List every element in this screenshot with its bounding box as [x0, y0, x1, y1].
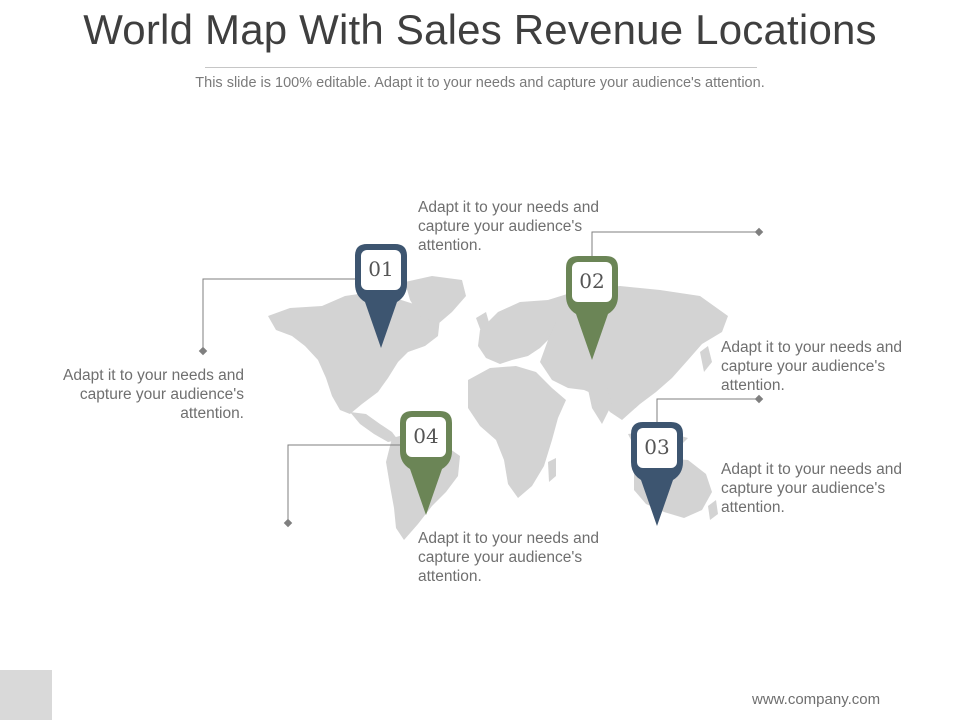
diamond-marker-02 — [754, 227, 764, 237]
pin-number: 01 — [368, 257, 394, 281]
callout-right-lower: Adapt it to your needs and capture your … — [721, 461, 902, 516]
callout-bottom: Adapt it to your needs and capture your … — [418, 530, 599, 585]
diamond-marker-04 — [283, 518, 293, 528]
diamond-marker-03 — [754, 394, 764, 404]
callout-right-upper: Adapt it to your needs and capture your … — [721, 339, 902, 394]
diamond-marker-01 — [198, 346, 208, 356]
location-pin-02: 02 — [566, 256, 618, 366]
pin-number: 03 — [644, 435, 670, 459]
pin-number: 02 — [579, 269, 605, 293]
pin-number: 04 — [413, 424, 439, 448]
corner-block — [0, 670, 52, 720]
callout-left: Adapt it to your needs and capture your … — [63, 367, 244, 422]
connector-03 — [656, 398, 759, 423]
connector-04 — [287, 444, 403, 523]
location-pin-03: 03 — [631, 422, 683, 532]
callout-top: Adapt it to your needs and capture your … — [418, 199, 599, 254]
connector-01 — [202, 278, 380, 351]
location-pin-04: 04 — [400, 411, 452, 521]
location-pin-01: 01 — [355, 244, 407, 354]
footer-website[interactable]: www.company.com — [752, 691, 880, 708]
